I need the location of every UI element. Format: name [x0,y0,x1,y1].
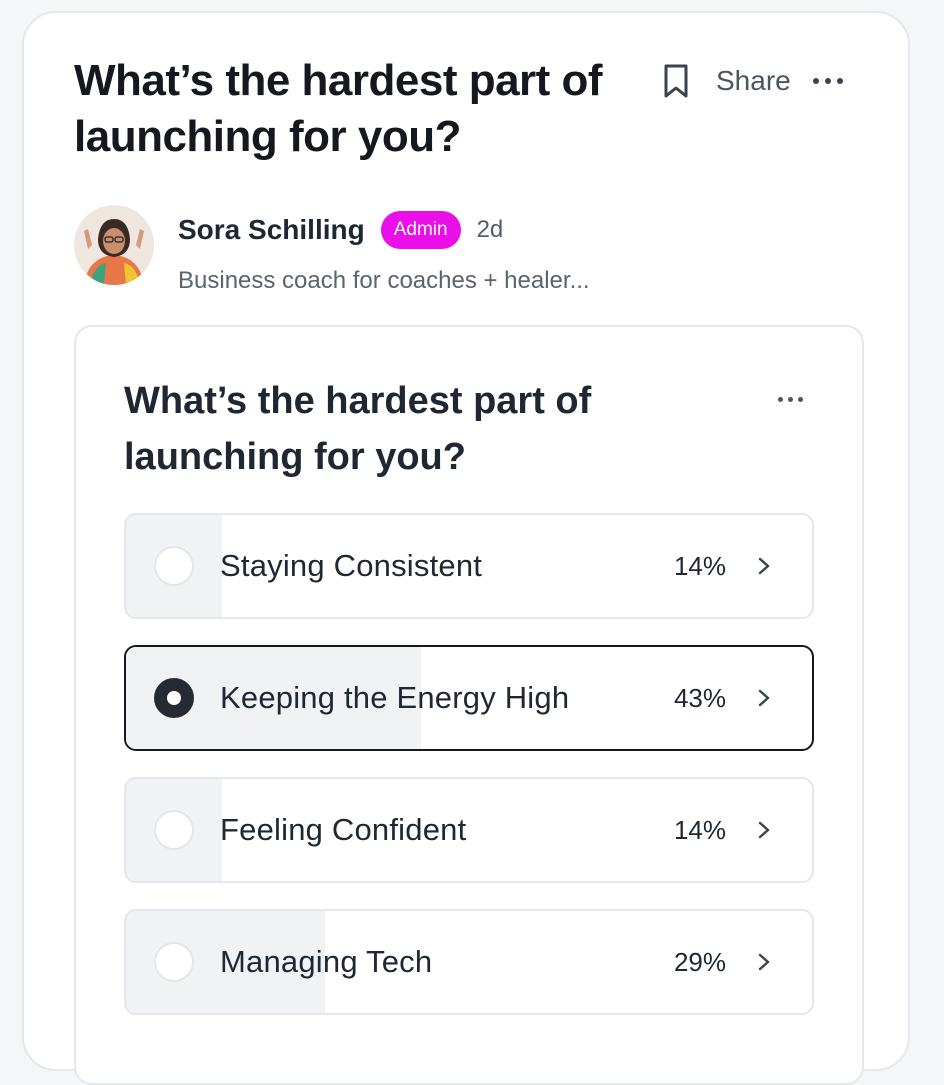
poll-more-icon[interactable] [778,397,803,402]
post-time: 2d [476,216,504,243]
author-bio: Business coach for coaches + healer... [178,267,590,294]
option-label: Keeping the Energy High [220,680,570,715]
poll-option[interactable]: Feeling Confident 14% [124,777,814,883]
radio-button[interactable] [154,546,194,586]
chevron-right-icon[interactable] [754,820,774,840]
avatar[interactable] [74,205,154,285]
bookmark-icon[interactable] [660,61,692,101]
radio-button-selected[interactable] [154,678,194,718]
poll-option[interactable]: Staying Consistent 14% [124,513,814,619]
poll-option[interactable]: Managing Tech 29% [124,909,814,1015]
option-percent: 14% [673,815,726,845]
option-label: Managing Tech [220,944,433,979]
post-card: What’s the hardest part of launching for… [22,11,910,1085]
chevron-right-icon[interactable] [754,556,774,576]
chevron-right-icon[interactable] [754,952,774,972]
radio-button[interactable] [154,942,194,982]
author-name[interactable]: Sora Schilling [178,214,365,246]
radio-button[interactable] [154,810,194,850]
option-label: Staying Consistent [220,548,483,583]
admin-badge: Admin [380,211,461,249]
poll-card: What’s the hardest part of launching for… [74,325,864,1085]
option-percent: 43% [673,683,726,713]
poll-question: What’s the hardest part of launching for… [124,380,592,478]
more-options-icon[interactable] [812,61,843,101]
post-actions: Share [660,61,843,101]
option-percent: 29% [673,947,726,977]
option-label: Feeling Confident [220,812,467,847]
author-line: Sora Schilling Admin 2d [178,211,503,249]
share-button[interactable]: Share [716,65,791,97]
chevron-right-icon[interactable] [754,688,774,708]
poll-option-selected[interactable]: Keeping the Energy High 43% [124,645,814,751]
option-percent: 14% [673,551,726,581]
post-title: What’s the hardest part of launching for… [74,56,603,161]
